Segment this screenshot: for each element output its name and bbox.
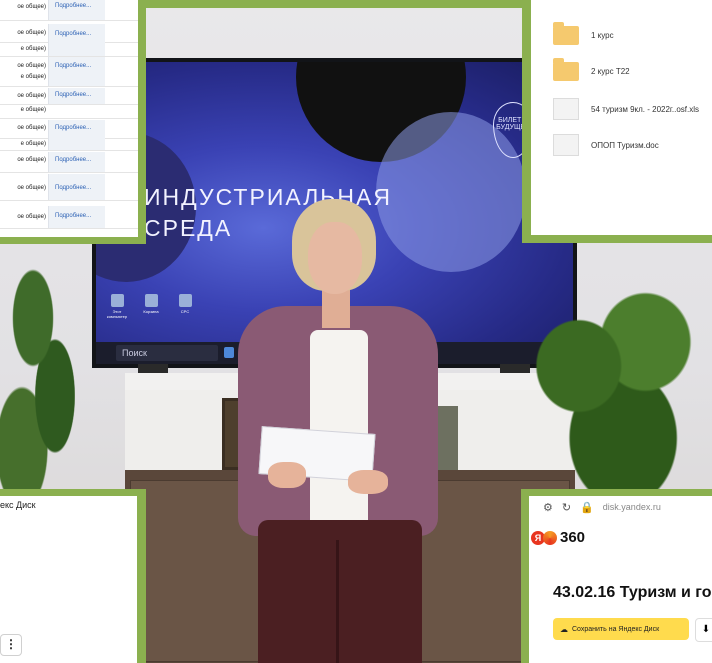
table-cell: ое общее)	[17, 63, 46, 69]
folder-icon	[553, 22, 579, 45]
table-row: ое общее) Подробнее...	[0, 152, 138, 173]
file-name: 2 курс Т22	[591, 67, 630, 76]
table-row: е общее)	[0, 104, 138, 119]
table-cell: ое общее)	[17, 157, 46, 163]
details-link[interactable]: Подробнее...	[48, 0, 105, 20]
programs-table-panel: ое общее) Подробнее... ое общее) Подробн…	[0, 0, 138, 237]
folder-icon	[553, 58, 579, 81]
yandex-disk-panel: ⚙ ↻ 🔒 disk.yandex.ru Я 360 43.02.16 Тури…	[529, 496, 712, 663]
woman-pants	[258, 520, 422, 663]
frame-border	[521, 489, 529, 663]
table-cell: ое общее)	[17, 4, 46, 10]
list-item[interactable]: 1 курс	[553, 22, 614, 45]
table-cell: е общее)	[20, 107, 46, 113]
disk-panel: екс Диск ⋮	[0, 496, 137, 663]
file-name: 1 курс	[591, 31, 614, 40]
yandex-360-logo: Я 360	[531, 529, 585, 546]
hand	[348, 470, 388, 494]
address-bar: ⚙ ↻ 🔒 disk.yandex.ru	[529, 496, 712, 518]
table-row: ое общее) Подробнее...	[0, 174, 138, 201]
table-row: ое общее) Подробнее...	[0, 0, 138, 21]
frame-border	[522, 235, 712, 243]
desktop-icon: Корзина	[140, 294, 162, 319]
reload-icon[interactable]: ↻	[562, 501, 571, 514]
plant-left	[0, 240, 110, 500]
url-text[interactable]: disk.yandex.ru	[603, 502, 661, 512]
folder-heading: 43.02.16 Туризм и го	[553, 584, 712, 601]
table-cell: е общее)	[20, 46, 46, 52]
list-item[interactable]: 2 курс Т22	[553, 58, 630, 81]
download-button[interactable]: ⬇	[695, 618, 712, 642]
brand-text: 360	[560, 529, 586, 546]
panel-title: екс Диск	[0, 500, 36, 510]
frame-border	[0, 237, 146, 244]
table-cell: е общее)	[20, 141, 46, 147]
frame-border	[522, 0, 531, 243]
file-list-panel: 1 курс 2 курс Т22 54 туризм 9кл. - 2022г…	[531, 0, 712, 235]
table-row: ое общее) Подробнее...	[0, 88, 138, 105]
settings-icon[interactable]: ⚙	[543, 501, 553, 514]
hand	[268, 462, 306, 488]
taskbar-search: Поиск	[116, 345, 218, 361]
list-item[interactable]: ОПОП Туризм.doc	[553, 134, 659, 156]
table-cell: ое общее)	[17, 185, 46, 191]
save-to-disk-button[interactable]: ☁ Сохранить на Яндекс Диск	[553, 618, 689, 640]
lock-icon: 🔒	[580, 501, 594, 514]
table-cell: е общее)	[20, 74, 46, 80]
desktop-icon: CPC	[174, 294, 196, 319]
woman-face	[308, 222, 362, 294]
details-link[interactable]: Подробнее...	[48, 174, 105, 200]
spreadsheet-icon	[553, 98, 579, 120]
frame-border	[521, 489, 712, 496]
details-link[interactable]: Подробнее...	[48, 88, 105, 104]
frame-border	[137, 489, 146, 663]
cloud-icon: ☁	[560, 624, 568, 634]
frame-border	[0, 489, 146, 496]
table-row: ое общее) Подробнее...	[0, 120, 138, 150]
plant-right	[490, 270, 712, 510]
file-name: ОПОП Туризм.doc	[591, 140, 659, 150]
table-cell: ое общее)	[17, 214, 46, 220]
ring-icon	[543, 530, 557, 545]
list-item[interactable]: 54 туризм 9кл. - 2022г..osf.xls	[553, 98, 699, 120]
file-name: 54 туризм 9кл. - 2022г..osf.xls	[591, 104, 699, 114]
table-cell: ое общее)	[17, 30, 46, 36]
table-row: ое общее) Подробнее...	[0, 24, 138, 60]
save-button-label: Сохранить на Яндекс Диск	[572, 625, 660, 633]
details-link[interactable]: Подробнее...	[48, 206, 105, 228]
desktop-icons: Этот компьютер Корзина CPC	[106, 294, 196, 319]
frame-border	[138, 0, 146, 244]
download-icon: ⬇	[701, 624, 711, 635]
details-link[interactable]: Подробнее...	[48, 152, 105, 172]
document-icon	[553, 134, 579, 156]
table-cell: ое общее)	[17, 93, 46, 99]
more-options-button[interactable]: ⋮	[0, 634, 22, 656]
frame-border	[146, 0, 522, 8]
table-row: ое общее) Подробнее...	[0, 206, 138, 229]
table-row: е общее)	[0, 138, 138, 151]
table-cell: ое общее)	[17, 125, 46, 131]
table-row: е общее)	[0, 42, 138, 57]
table-row: е общее)	[0, 70, 138, 84]
